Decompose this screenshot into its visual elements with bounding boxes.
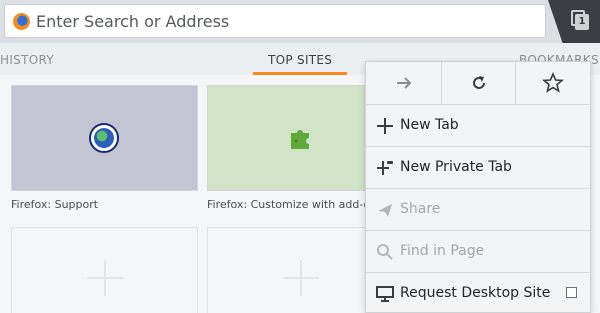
private-tab-icon (377, 161, 393, 175)
menu-item-share[interactable]: Share (366, 189, 590, 231)
share-icon (378, 204, 392, 217)
empty-top-site-tile[interactable] (11, 227, 198, 313)
firefox-logo-icon (13, 13, 30, 30)
tab-top-sites[interactable]: TOP SITES (268, 53, 332, 67)
tab-history[interactable]: HISTORY (0, 53, 54, 67)
menu-item-label: Request Desktop Site (400, 285, 551, 301)
tabs-counter-button[interactable]: 1 (571, 10, 589, 30)
tabs-count: 1 (575, 14, 589, 30)
menu-item-request-desktop-site[interactable]: Request Desktop Site (366, 273, 590, 313)
menu-item-label: New Private Tab (400, 159, 512, 175)
menu-action-row (366, 62, 590, 105)
overflow-menu: New Tab New Private Tab Share Find in Pa… (365, 61, 591, 313)
desktop-icon (376, 286, 394, 302)
top-site-tile-support[interactable] (11, 85, 198, 191)
search-icon (377, 244, 393, 260)
globe-icon (89, 123, 119, 153)
reload-icon (472, 76, 485, 89)
url-bar[interactable]: Enter Search or Address (4, 4, 546, 38)
desktop-site-checkbox[interactable] (566, 287, 577, 298)
top-site-label: Firefox: Support (11, 198, 99, 211)
menu-item-new-private-tab[interactable]: New Private Tab (366, 147, 590, 189)
forward-icon (396, 77, 411, 89)
top-site-label: Firefox: Customize with add-ons (207, 198, 383, 211)
plus-icon (377, 118, 393, 134)
add-site-icon (283, 260, 319, 296)
menu-item-label: Find in Page (400, 243, 485, 259)
bookmark-star-icon (542, 72, 564, 93)
reload-button[interactable] (441, 62, 516, 104)
add-site-icon (87, 260, 123, 296)
url-placeholder[interactable]: Enter Search or Address (36, 12, 229, 31)
forward-button[interactable] (366, 62, 441, 104)
puzzle-icon (291, 130, 309, 149)
bookmark-button[interactable] (516, 62, 590, 104)
menu-item-label: New Tab (400, 117, 459, 133)
menu-item-find-in-page[interactable]: Find in Page (366, 231, 590, 273)
toolbar: Enter Search or Address 1 (0, 0, 600, 43)
menu-item-label: Share (400, 201, 441, 217)
menu-item-new-tab[interactable]: New Tab (366, 105, 590, 147)
